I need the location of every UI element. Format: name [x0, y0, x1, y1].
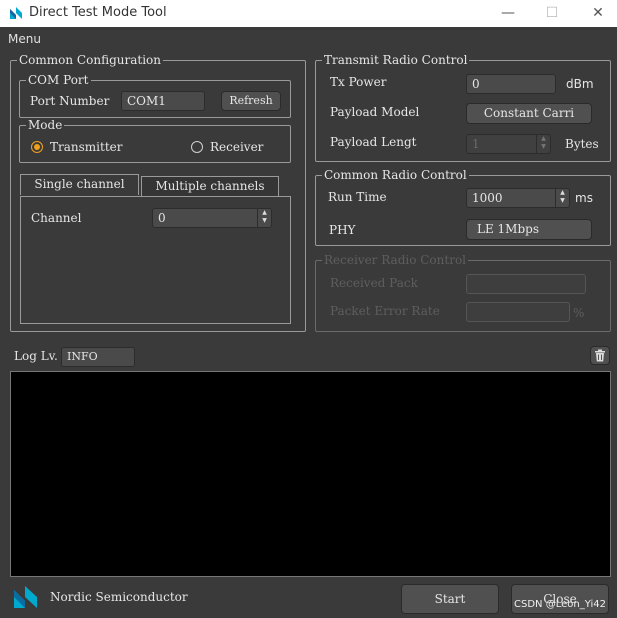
- received-packets-label: Received Pack: [330, 276, 418, 290]
- spin-arrows-icon[interactable]: ▲ ▼: [555, 189, 569, 207]
- log-level-select[interactable]: INFO: [61, 347, 135, 367]
- common-radio-control-group: Common Radio Control Run Time 1000 ▲ ▼ ms…: [315, 168, 611, 246]
- transmit-radio-control-title: Transmit Radio Control: [322, 53, 470, 67]
- port-number-label: Port Number: [30, 94, 110, 108]
- close-window-button[interactable]: ✕: [578, 2, 617, 24]
- receiver-label[interactable]: Receiver: [210, 140, 263, 154]
- minimize-button[interactable]: —: [488, 2, 528, 24]
- payload-length-value: 1: [472, 137, 480, 151]
- refresh-button[interactable]: Refresh: [221, 91, 281, 111]
- app-logo-icon: [10, 7, 22, 19]
- run-time-unit: ms: [575, 191, 593, 205]
- packet-error-rate-field: [466, 302, 570, 322]
- menu-item[interactable]: Menu: [8, 32, 41, 46]
- window-title: Direct Test Mode Tool: [29, 5, 167, 20]
- receiver-radio-control-title: Receiver Radio Control: [322, 253, 469, 267]
- packet-error-rate-label: Packet Error Rate: [330, 304, 440, 318]
- payload-model-select[interactable]: Constant Carri: [466, 103, 592, 124]
- com-port-group: COM Port Port Number COM1 Refresh: [19, 73, 291, 118]
- packet-error-rate-unit: %: [573, 306, 585, 320]
- com-port-title: COM Port: [26, 73, 91, 87]
- maximize-button[interactable]: ☐: [532, 2, 572, 24]
- payload-length-unit: Bytes: [565, 137, 599, 151]
- tab-single-channel[interactable]: Single channel: [20, 174, 139, 195]
- transmitter-radio[interactable]: [31, 141, 43, 153]
- common-configuration-title: Common Configuration: [17, 53, 163, 67]
- phy-select[interactable]: LE 1Mbps: [466, 219, 592, 240]
- transmitter-label[interactable]: Transmitter: [50, 140, 122, 154]
- port-number-select[interactable]: COM1: [121, 91, 205, 111]
- mode-group: Mode Transmitter Receiver: [19, 118, 291, 163]
- channel-tab-panel: Channel 0 ▲ ▼: [20, 196, 291, 324]
- phy-label: PHY: [329, 223, 356, 237]
- title-bar: Direct Test Mode Tool — ☐ ✕: [0, 0, 617, 27]
- trash-icon: [595, 349, 605, 362]
- common-radio-control-title: Common Radio Control: [322, 168, 469, 182]
- payload-model-label: Payload Model: [330, 105, 420, 119]
- run-time-label: Run Time: [328, 190, 387, 204]
- clear-log-button[interactable]: [590, 346, 610, 365]
- tx-power-input[interactable]: 0: [466, 74, 556, 94]
- payload-length-label: Payload Lengt: [330, 135, 417, 149]
- tx-power-label: Tx Power: [330, 75, 387, 89]
- spin-arrows-icon[interactable]: ▲ ▼: [536, 135, 550, 153]
- receiver-radio[interactable]: [191, 141, 203, 153]
- receiver-radio-control-group: Receiver Radio Control Received Pack Pac…: [315, 253, 611, 332]
- received-packets-field: [466, 274, 586, 294]
- payload-length-spinbox[interactable]: 1 ▲ ▼: [466, 134, 551, 154]
- channel-spinbox[interactable]: 0 ▲ ▼: [152, 208, 272, 228]
- menu-bar: Menu: [0, 27, 617, 51]
- channel-value: 0: [158, 211, 166, 225]
- run-time-spinbox[interactable]: 1000 ▲ ▼: [466, 188, 570, 208]
- tab-multiple-channels[interactable]: Multiple channels: [141, 176, 279, 197]
- start-button[interactable]: Start: [401, 584, 499, 614]
- watermark-text: CSDN @Leon_Yi42: [514, 599, 606, 610]
- log-output-area[interactable]: [10, 371, 611, 577]
- channel-label: Channel: [31, 211, 82, 225]
- common-configuration-group: Common Configuration COM Port Port Numbe…: [10, 53, 306, 332]
- nordic-logo-icon: [14, 586, 37, 608]
- run-time-value: 1000: [472, 191, 503, 205]
- tx-power-unit: dBm: [566, 77, 594, 91]
- spin-arrows-icon[interactable]: ▲ ▼: [257, 209, 271, 227]
- brand-label: Nordic Semiconductor: [50, 590, 188, 604]
- transmit-radio-control-group: Transmit Radio Control Tx Power 0 dBm Pa…: [315, 53, 611, 162]
- mode-title: Mode: [26, 118, 65, 132]
- log-level-label: Log Lv.: [14, 349, 58, 363]
